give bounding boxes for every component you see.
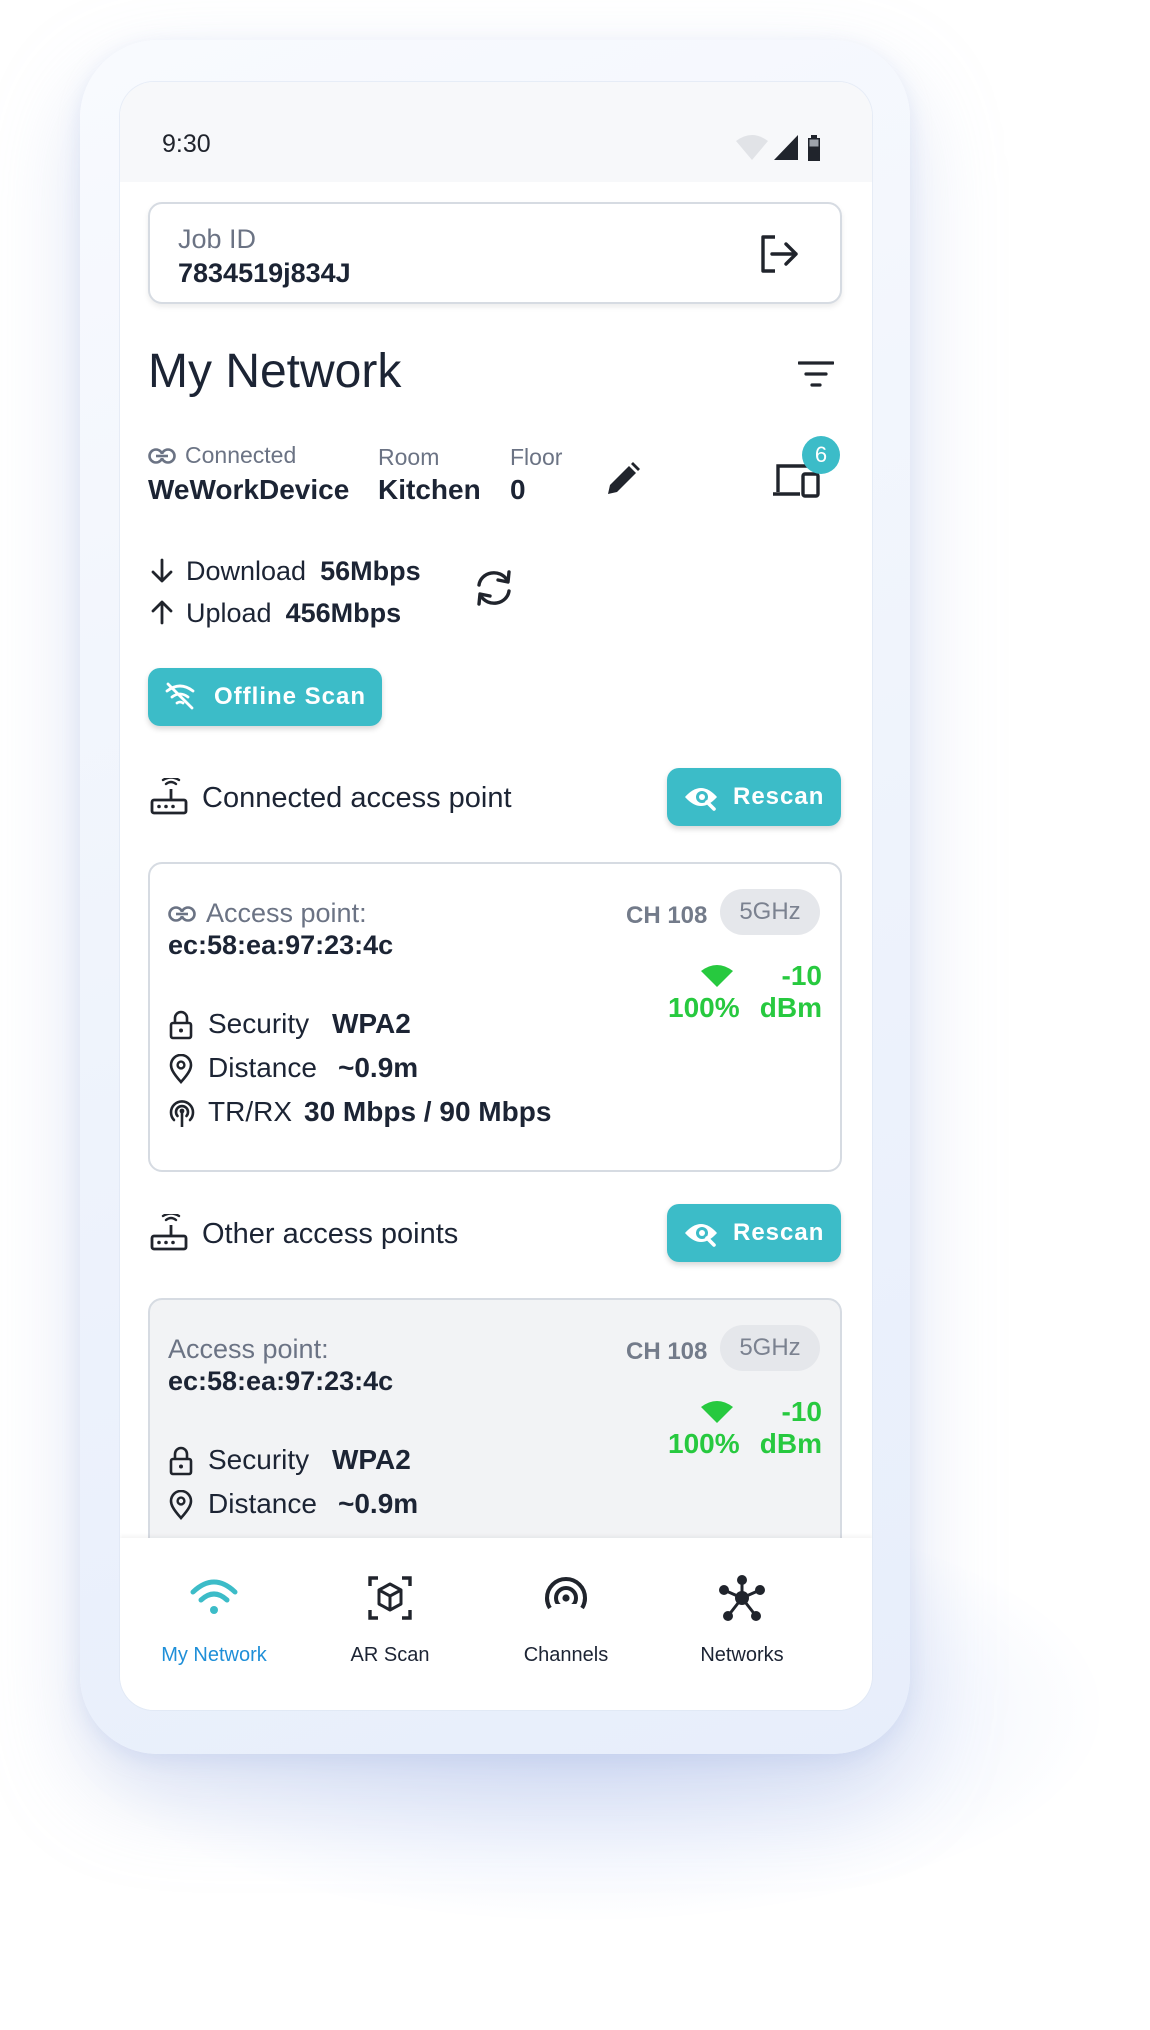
nav-item-my-network[interactable]: My Network: [120, 1538, 308, 1710]
lock-icon: [168, 1446, 194, 1483]
eye-scan-icon: [683, 1218, 719, 1253]
channel-label: CH 108: [626, 1338, 708, 1365]
devices-count-badge: 6: [802, 436, 840, 474]
signal-percent: 100%: [668, 1428, 740, 1459]
logout-icon[interactable]: [758, 234, 802, 279]
nav-label-ar-scan: AR Scan: [350, 1644, 430, 1666]
eye-scan-icon: [683, 782, 719, 817]
ap-label: Access point:: [206, 898, 367, 928]
signal-dbm-unit: dBm: [759, 1428, 822, 1459]
distance-label: Distance: [208, 1488, 317, 1519]
upload-label: Upload: [186, 598, 272, 628]
rescan-other-button[interactable]: Rescan: [667, 1204, 841, 1262]
wifi-icon: [190, 1579, 238, 1614]
download-label: Download: [186, 556, 307, 586]
distance-value: ~0.9m: [338, 1488, 419, 1519]
download-value: 56Mbps: [320, 556, 421, 586]
security-value: WPA2: [332, 1008, 411, 1039]
security-label: Security: [208, 1008, 310, 1039]
filter-icon[interactable]: [797, 360, 835, 393]
connected-ap-section-title: Connected access point: [202, 782, 512, 814]
rescan-connected-label: Rescan: [733, 783, 825, 810]
distance-label: Distance: [208, 1052, 317, 1083]
location-pin-icon: [168, 1489, 194, 1527]
wifi-status-icon: [736, 135, 768, 160]
upload-speed: Upload 456Mbps: [186, 598, 401, 629]
other-ap-section-title: Other access points: [202, 1218, 459, 1250]
lock-icon: [168, 1010, 194, 1047]
offline-scan-label: Offline Scan: [214, 683, 367, 710]
download-arrow-icon: [150, 558, 174, 589]
router-icon: [150, 1212, 188, 1257]
ap-label: Access point:: [168, 1334, 329, 1364]
ap-mac-address: ec:58:ea:97:23:4c: [168, 930, 394, 960]
bottom-navigation: My Network AR Scan Channels Networks: [120, 1538, 872, 1710]
job-id-label: Job ID: [178, 224, 257, 254]
room-value: Kitchen: [378, 474, 481, 505]
signal-dbm-value: -10: [781, 1396, 822, 1427]
signal-dbm: -10 dBm: [760, 1396, 822, 1460]
status-icons: [734, 132, 832, 167]
status-time: 9:30: [162, 130, 211, 158]
band-badge: 5GHz: [720, 1325, 820, 1371]
floor-label: Floor: [510, 444, 563, 470]
ap-mac-address: ec:58:ea:97:23:4c: [168, 1366, 394, 1396]
signal-dbm-value: -10: [781, 960, 822, 991]
signal-wifi-icon: [700, 1400, 734, 1429]
trrx-value: 30 Mbps / 90 Mbps: [304, 1096, 552, 1127]
nav-item-networks[interactable]: Networks: [648, 1538, 836, 1710]
signal-percent: 100%: [668, 992, 740, 1023]
trrx-label: TR/RX: [208, 1096, 292, 1127]
cellular-signal-icon: [774, 135, 798, 160]
nav-item-channels[interactable]: Channels: [472, 1538, 660, 1710]
signal-dbm-unit: dBm: [759, 992, 822, 1023]
connected-ap-card[interactable]: Access point: ec:58:ea:97:23:4c CH 108 5…: [148, 862, 842, 1172]
antenna-icon: [168, 1098, 196, 1135]
router-icon: [150, 776, 188, 821]
battery-icon: [808, 135, 820, 161]
security-value: WPA2: [332, 1444, 411, 1475]
other-ap-card[interactable]: Access point: ec:58:ea:97:23:4c CH 108 5…: [148, 1298, 842, 1566]
upload-arrow-icon: [150, 599, 174, 630]
page-title: My Network: [148, 345, 402, 398]
phone-screen: 9:30 Job ID 7834519j834J My Network Conn…: [120, 82, 872, 1710]
nav-label-channels: Channels: [523, 1644, 609, 1666]
download-speed: Download 56Mbps: [186, 556, 421, 587]
broadcast-icon: [545, 1577, 587, 1620]
link-icon: [148, 448, 176, 469]
band-badge: 5GHz: [720, 889, 820, 935]
ar-cube-icon: [368, 1576, 412, 1620]
nav-item-ar-scan[interactable]: AR Scan: [296, 1538, 484, 1710]
rescan-connected-button[interactable]: Rescan: [667, 768, 841, 826]
job-id-card: Job ID 7834519j834J: [148, 202, 842, 304]
channel-label: CH 108: [626, 902, 708, 929]
edit-icon[interactable]: [602, 460, 642, 505]
connected-network: WeWorkDevice: [148, 474, 350, 505]
upload-value: 456Mbps: [285, 598, 402, 628]
job-id-value: 7834519j834J: [178, 258, 351, 288]
signal-wifi-icon: [700, 964, 734, 993]
offline-scan-button[interactable]: Offline Scan: [148, 668, 382, 726]
network-hub-icon: [719, 1575, 765, 1621]
floor-value: 0: [510, 474, 526, 505]
link-icon: [168, 906, 196, 927]
wifi-off-icon: [164, 682, 196, 715]
security-label: Security: [208, 1444, 310, 1475]
rescan-other-label: Rescan: [733, 1219, 825, 1246]
nav-label-my-network: My Network: [161, 1644, 267, 1666]
signal-dbm: -10 dBm: [760, 960, 822, 1024]
room-label: Room: [378, 444, 440, 470]
status-bar: 9:30: [120, 82, 872, 182]
nav-label-networks: Networks: [700, 1644, 784, 1666]
connected-label: Connected: [185, 442, 297, 468]
distance-value: ~0.9m: [338, 1052, 419, 1083]
refresh-icon[interactable]: [472, 568, 516, 613]
location-pin-icon: [168, 1053, 194, 1091]
